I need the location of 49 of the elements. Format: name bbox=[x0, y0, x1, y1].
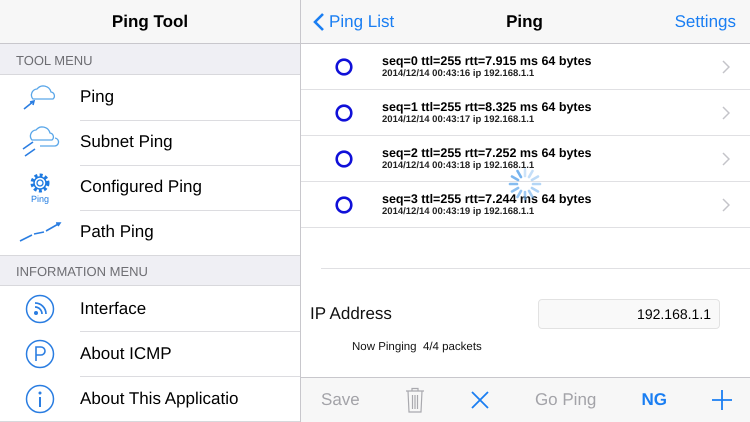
result-row[interactable]: seq=2 ttl=255 rtt=7.252 ms 64 bytes 2014/12/14 00:43:18 ip 192.168.1.1 bbox=[301, 136, 750, 182]
result-summary: seq=0 ttl=255 rtt=7.915 ms 64 bytes bbox=[382, 54, 593, 68]
chevron-right-icon bbox=[722, 106, 730, 120]
toolbar-button[interactable]: NG bbox=[641, 390, 667, 410]
ring-icon bbox=[335, 58, 353, 76]
result-row[interactable]: seq=1 ttl=255 rtt=8.325 ms 64 bytes 2014/12/14 00:43:17 ip 192.168.1.1 bbox=[301, 90, 750, 136]
menu-item[interactable]: Subnet Ping bbox=[0, 120, 300, 164]
menu-item[interactable]: Ping Configured Ping bbox=[0, 164, 300, 210]
arrows-icon bbox=[18, 221, 62, 243]
menu-item[interactable]: About ICMP bbox=[0, 331, 300, 376]
result-detail: 2014/12/14 00:43:16 ip 192.168.1.1 bbox=[382, 68, 536, 79]
result-detail: 2014/12/14 00:43:17 ip 192.168.1.1 bbox=[382, 114, 536, 125]
icon-caption: Ping bbox=[30, 194, 49, 204]
chevron-right-icon bbox=[722, 198, 730, 212]
ring-icon bbox=[335, 150, 353, 168]
page-title: Ping bbox=[506, 12, 543, 32]
result-detail: 2014/12/14 00:43:19 ip 192.168.1.1 bbox=[382, 206, 536, 217]
settings-button[interactable]: Settings bbox=[674, 12, 736, 32]
close-icon bbox=[470, 390, 490, 410]
menu-item[interactable]: Path Ping bbox=[0, 210, 300, 254]
ring-icon bbox=[335, 104, 353, 122]
result-summary: seq=2 ttl=255 rtt=7.252 ms 64 bytes bbox=[382, 146, 593, 160]
letter-p-icon bbox=[25, 338, 55, 368]
chevron-right-icon bbox=[722, 152, 730, 166]
menu-item[interactable]: About This Applicatio bbox=[0, 376, 300, 421]
result-row[interactable]: seq=3 ttl=255 rtt=7.244 ms 64 bytes 2014/12/14 00:43:19 ip 192.168.1.1 bbox=[301, 182, 750, 228]
add-icon bbox=[712, 390, 732, 410]
result-summary: seq=1 ttl=255 rtt=8.325 ms 64 bytes bbox=[382, 100, 593, 114]
section-title: INFORMATION MENU bbox=[16, 264, 148, 279]
result-row[interactable]: seq=0 ttl=255 rtt=7.915 ms 64 bytes 2014/12/14 00:43:16 ip 192.168.1.1 bbox=[301, 44, 750, 90]
add-button[interactable] bbox=[712, 390, 732, 410]
chevron-right-icon bbox=[722, 60, 730, 74]
sidebar-title: Ping Tool bbox=[112, 12, 188, 32]
chevron-left-icon bbox=[313, 12, 325, 32]
back-button[interactable]: Ping List bbox=[313, 12, 394, 32]
clouds-icon bbox=[20, 126, 60, 158]
menu-item[interactable]: Ping bbox=[0, 74, 300, 120]
close-button[interactable] bbox=[470, 390, 490, 410]
ring-icon bbox=[335, 196, 353, 214]
result-summary: seq=3 ttl=255 rtt=7.244 ms 64 bytes bbox=[382, 192, 593, 206]
result-detail: 2014/12/14 00:43:18 ip 192.168.1.1 bbox=[382, 160, 536, 171]
ip-address-field[interactable]: 192.168.1.1 bbox=[538, 299, 720, 329]
trash-icon bbox=[404, 387, 425, 413]
signal-icon bbox=[25, 294, 55, 324]
section-title: TOOL MENU bbox=[16, 52, 93, 68]
status-text: Now Pinging 4/4 packets bbox=[352, 341, 483, 353]
menu-item[interactable]: Interface bbox=[0, 286, 300, 331]
field-label: IP Address bbox=[310, 304, 392, 324]
info-icon bbox=[25, 384, 55, 414]
